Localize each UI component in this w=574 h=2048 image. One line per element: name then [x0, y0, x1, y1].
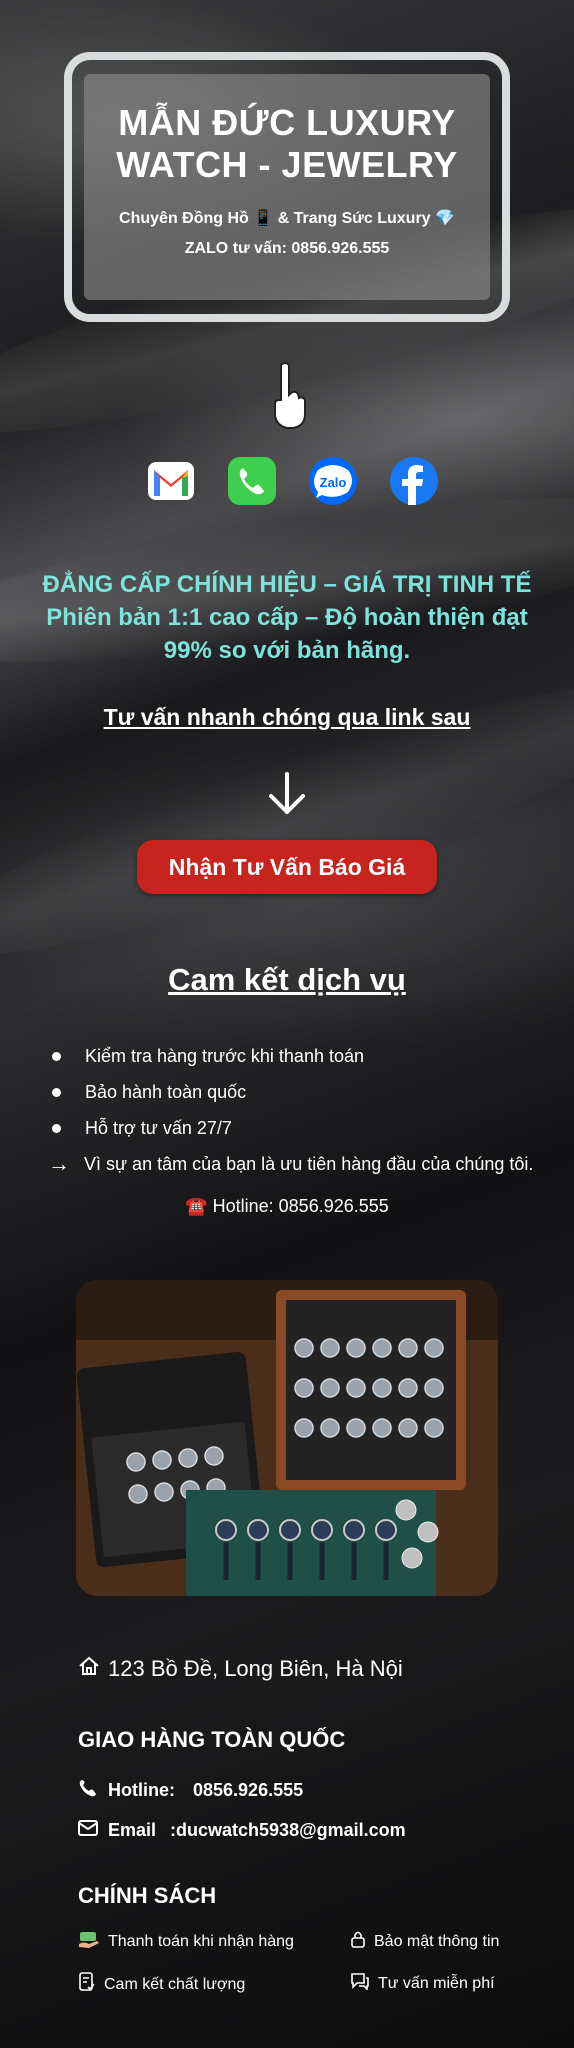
policy-cod: Thanh toán khi nhận hàng: [78, 1930, 294, 1953]
address-text: 123 Bồ Đề, Long Biên, Hà Nội: [108, 1656, 403, 1681]
policy-privacy-text: Bảo mật thông tin: [374, 1932, 500, 1950]
zalo-icon[interactable]: Zalo: [308, 456, 358, 506]
chat-icon: [350, 1972, 370, 1995]
policy-privacy: Bảo mật thông tin: [350, 1930, 499, 1953]
facebook-icon[interactable]: [389, 456, 439, 506]
phone-icon[interactable]: [227, 456, 277, 506]
pointing-hand-icon: [264, 360, 310, 432]
request-quote-button[interactable]: Nhận Tư Vấn Báo Giá: [137, 840, 437, 894]
headline: ĐẲNG CẤP CHÍNH HIỆU – GIÁ TRỊ TINH TẾ Ph…: [20, 568, 554, 667]
hotline-top[interactable]: ☎️ Hotline: 0856.926.555: [0, 1196, 574, 1217]
commitment-list: Kiểm tra hàng trước khi thanh toán Bảo h…: [48, 1038, 533, 1182]
mail-icon: [78, 1820, 98, 1841]
brand-line-1: MẪN ĐỨC LUXURY: [118, 102, 456, 143]
lock-icon: [350, 1930, 366, 1953]
list-item: Bảo hành toàn quốc: [48, 1074, 533, 1110]
shipping-title: GIAO HÀNG TOÀN QUỐC: [78, 1727, 346, 1752]
commitment-item-3: Hỗ trợ tư vấn 27/7: [85, 1117, 232, 1138]
policy-cod-text: Thanh toán khi nhận hàng: [108, 1932, 294, 1950]
document-check-icon: [78, 1972, 96, 1997]
policy-title: CHÍNH SÁCH: [78, 1883, 217, 1908]
bullet-icon: [52, 1051, 61, 1061]
headline-line-2: Phiên bản 1:1 cao cấp – Độ hoàn thiện đạ…: [46, 604, 528, 631]
bullet-icon: [52, 1123, 61, 1133]
svg-text:Zalo: Zalo: [320, 475, 347, 490]
policy-quality: Cam kết chất lượng: [78, 1972, 245, 1997]
email-value[interactable]: :ducwatch5938@gmail.com: [170, 1820, 406, 1841]
tagline: Chuyên Đồng Hồ 📱 & Trang Sức Luxury 💎: [119, 210, 455, 227]
list-item: Kiểm tra hàng trước khi thanh toán: [48, 1038, 533, 1074]
zalo-line: ZALO tư vấn: 0856.926.555: [184, 240, 390, 257]
hotline-value[interactable]: 0856.926.555: [193, 1780, 303, 1801]
email-label: Email: [108, 1820, 157, 1840]
commitment-note: Vì sự an tâm của bạn là ưu tiên hàng đầu…: [84, 1153, 534, 1174]
policy-consult-text: Tư vấn miễn phí: [378, 1974, 495, 1992]
list-item: → Vì sự an tâm của bạn là ưu tiên hàng đ…: [48, 1146, 533, 1182]
home-icon: [78, 1656, 100, 1682]
policy-consult: Tư vấn miễn phí: [350, 1972, 495, 1995]
arrow-right-icon: →: [48, 1151, 70, 1176]
background-silk: [0, 639, 574, 1001]
brand-line-2: WATCH - JEWELRY: [116, 144, 458, 185]
headline-line-3: 99% so với bản hãng.: [163, 637, 411, 664]
email-row[interactable]: Email :ducwatch5938@gmail.com: [78, 1820, 406, 1841]
cash-icon: [78, 1930, 100, 1953]
arrow-down-icon: [265, 770, 309, 818]
hotline-row[interactable]: Hotline: 0856.926.555: [78, 1778, 303, 1803]
phone-icon: [78, 1778, 98, 1803]
headline-line-1: ĐẲNG CẤP CHÍNH HIỆU – GIÁ TRỊ TINH TẾ: [42, 571, 532, 598]
cta-link-text[interactable]: Tư vấn nhanh chóng qua link sau: [0, 704, 574, 731]
policy-quality-text: Cam kết chất lượng: [104, 1975, 246, 1993]
commitment-item-2: Bảo hành toàn quốc: [85, 1081, 247, 1102]
address: 123 Bồ Đề, Long Biên, Hà Nội: [78, 1656, 403, 1682]
bullet-icon: [52, 1087, 61, 1097]
hotline-label: Hotline:: [108, 1780, 175, 1800]
list-item: Hỗ trợ tư vấn 27/7: [48, 1110, 533, 1146]
social-links: Zalo: [146, 456, 439, 506]
commitment-title: Cam kết dịch vụ: [168, 962, 406, 997]
brand-title: MẪN ĐỨC LUXURY WATCH - JEWELRY: [84, 102, 490, 186]
gmail-icon[interactable]: [146, 456, 196, 506]
commitment-item-1: Kiểm tra hàng trước khi thanh toán: [85, 1045, 364, 1066]
watch-collection-photo: [76, 1280, 498, 1596]
hero-box: MẪN ĐỨC LUXURY WATCH - JEWELRY Chuyên Đồ…: [84, 74, 490, 300]
